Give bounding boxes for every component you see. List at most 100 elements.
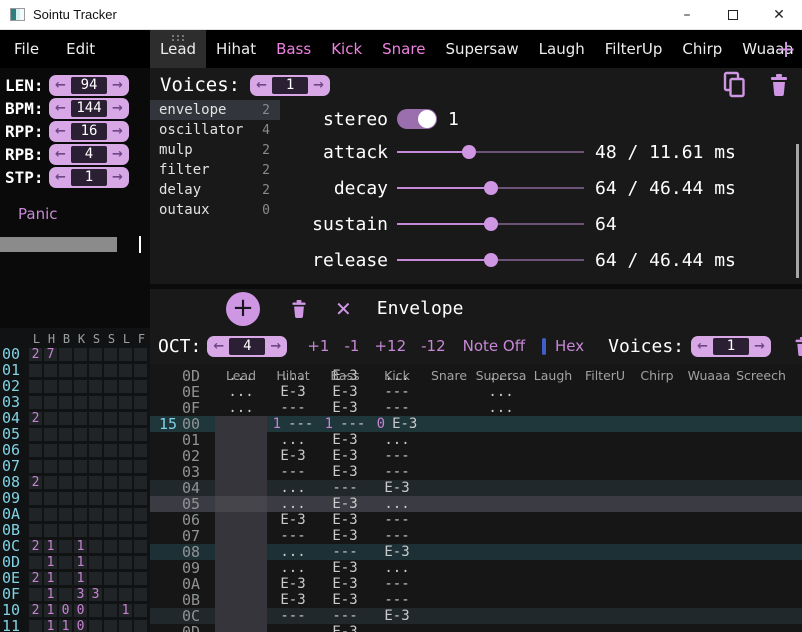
order-cell[interactable] (59, 572, 72, 585)
pattern-cell[interactable]: E-3 (319, 384, 371, 400)
order-cell[interactable]: 3 (74, 588, 87, 601)
pattern-cell[interactable] (527, 624, 579, 632)
order-cell[interactable] (59, 348, 72, 361)
track-voices-increment-arrow-icon[interactable]: → (749, 336, 770, 357)
stereo-toggle[interactable] (397, 109, 437, 129)
pattern-cell[interactable] (579, 464, 631, 480)
pattern-cell[interactable]: --- (267, 528, 319, 544)
order-cell[interactable] (74, 460, 87, 473)
order-cell[interactable] (104, 572, 117, 585)
pattern-cell[interactable] (735, 576, 787, 592)
pattern-cell[interactable] (683, 464, 735, 480)
pattern-cell[interactable] (579, 576, 631, 592)
pattern-cell[interactable]: E-3 (319, 512, 371, 528)
order-cell[interactable] (134, 620, 147, 632)
pattern-cell[interactable] (527, 608, 579, 624)
pattern-cell[interactable] (475, 416, 527, 432)
order-cell[interactable] (119, 572, 132, 585)
order-cell[interactable] (134, 444, 147, 457)
order-cell[interactable] (44, 444, 57, 457)
order-cell[interactable] (104, 524, 117, 537)
pattern-cell[interactable] (631, 544, 683, 560)
pattern-cell[interactable] (683, 528, 735, 544)
pattern-cell[interactable] (527, 544, 579, 560)
pattern-cell[interactable] (527, 560, 579, 576)
pattern-cell[interactable] (735, 480, 787, 496)
order-cell[interactable] (89, 428, 102, 441)
order-cell[interactable] (59, 460, 72, 473)
unit-list-item-mulp[interactable]: mulp2 (150, 140, 280, 160)
instrument-voices-decrement-arrow-icon[interactable]: ← (251, 75, 272, 96)
pattern-cell[interactable] (215, 464, 267, 480)
order-cell[interactable] (59, 380, 72, 393)
pattern-cell[interactable] (215, 496, 267, 512)
pattern-cell[interactable]: E-3 (319, 448, 371, 464)
order-cell[interactable] (104, 364, 117, 377)
maximize-button[interactable] (710, 0, 756, 29)
pattern-cell[interactable] (423, 544, 475, 560)
order-cell[interactable] (104, 604, 117, 617)
slider-knob[interactable] (484, 253, 498, 267)
pattern-cell[interactable] (423, 384, 475, 400)
pattern-cell[interactable] (631, 512, 683, 528)
order-cell[interactable] (119, 556, 132, 569)
order-cell[interactable] (104, 492, 117, 505)
pattern-cell[interactable] (735, 544, 787, 560)
slider-knob[interactable] (484, 217, 498, 231)
order-cell[interactable] (119, 348, 132, 361)
tab-filterup[interactable]: FilterUp (595, 30, 673, 68)
order-cell[interactable] (119, 396, 132, 409)
pattern-cell[interactable] (527, 368, 579, 384)
order-cell[interactable]: 0 (74, 620, 87, 632)
order-cell[interactable] (29, 428, 42, 441)
pattern-cell[interactable] (527, 400, 579, 416)
order-cell[interactable]: 1 (44, 604, 57, 617)
pattern-cell[interactable]: 1--- (267, 416, 319, 432)
order-cell[interactable] (74, 348, 87, 361)
order-cell[interactable] (59, 556, 72, 569)
tab-hihat[interactable]: Hihat (206, 30, 266, 68)
pattern-cell[interactable]: --- (371, 592, 423, 608)
pattern-cell[interactable]: ... (371, 560, 423, 576)
pattern-cell[interactable] (423, 512, 475, 528)
pattern-cell[interactable] (215, 512, 267, 528)
pattern-cell[interactable] (735, 448, 787, 464)
order-cell[interactable] (134, 380, 147, 393)
pattern-cell[interactable] (579, 528, 631, 544)
order-cell[interactable]: 3 (89, 588, 102, 601)
unit-list-item-oscillator[interactable]: oscillator4 (150, 120, 280, 140)
pattern-cell[interactable] (423, 576, 475, 592)
pattern-cell[interactable] (475, 432, 527, 448)
pattern-cell[interactable]: E-3 (319, 400, 371, 416)
order-cell[interactable] (104, 476, 117, 489)
order-cell[interactable] (119, 508, 132, 521)
pattern-cell[interactable]: ... (371, 432, 423, 448)
order-cell[interactable] (89, 396, 102, 409)
order-cell[interactable] (119, 444, 132, 457)
order-cell[interactable] (59, 428, 72, 441)
pattern-cell[interactable]: ... (267, 480, 319, 496)
pattern-cell[interactable]: ... (267, 368, 319, 384)
order-cell[interactable] (104, 508, 117, 521)
pattern-cell[interactable]: ... (371, 624, 423, 632)
pattern-cell[interactable] (631, 400, 683, 416)
pattern-cell[interactable] (579, 384, 631, 400)
order-cell[interactable] (44, 396, 57, 409)
order-cell[interactable] (44, 492, 57, 505)
pattern-cell[interactable] (423, 448, 475, 464)
pattern-cell[interactable] (423, 432, 475, 448)
order-cell[interactable] (29, 444, 42, 457)
slider-knob[interactable] (484, 181, 498, 195)
order-cell[interactable] (134, 604, 147, 617)
order-cell[interactable]: 1 (74, 572, 87, 585)
pattern-cell[interactable]: E-3 (319, 576, 371, 592)
order-cell[interactable]: 2 (29, 604, 42, 617)
pattern-cell[interactable] (579, 368, 631, 384)
order-cell[interactable]: 1 (59, 620, 72, 632)
order-cell[interactable]: 0 (59, 604, 72, 617)
order-cell[interactable] (89, 476, 102, 489)
pattern-cell[interactable] (631, 576, 683, 592)
order-cell[interactable] (59, 412, 72, 425)
pattern-cell[interactable]: E-3 (371, 544, 423, 560)
pattern-cell[interactable]: ... (267, 560, 319, 576)
